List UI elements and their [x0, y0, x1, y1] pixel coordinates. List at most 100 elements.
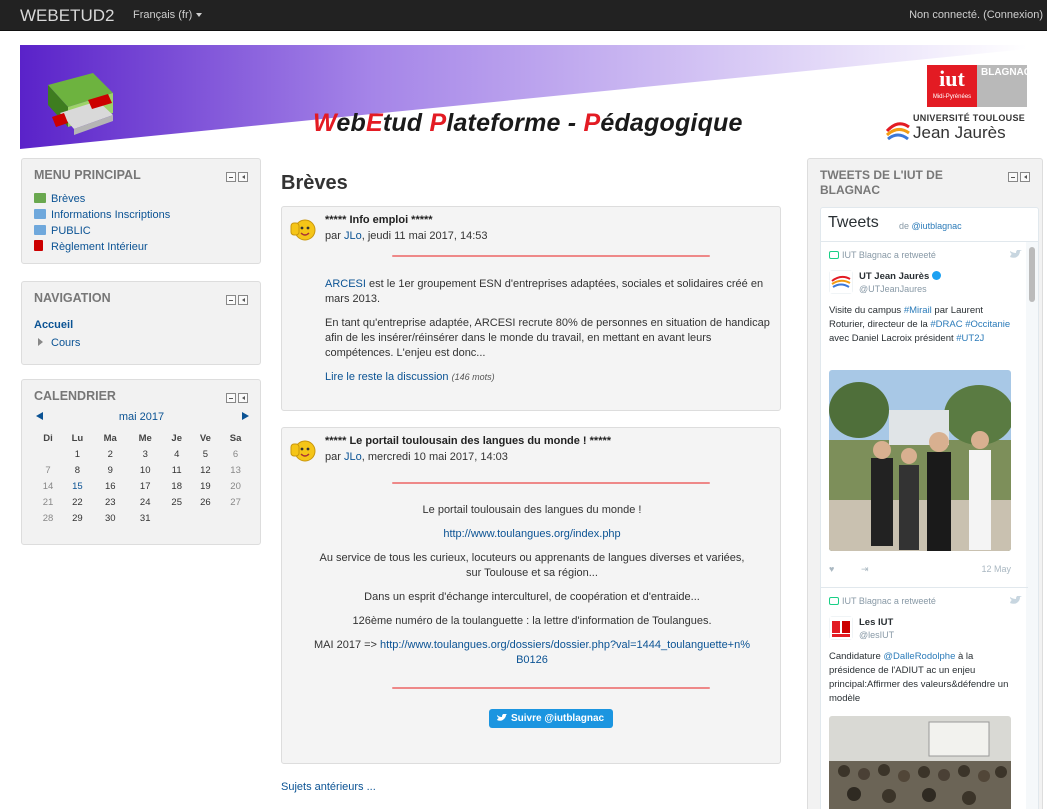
nav-courses-link[interactable]: Cours [38, 337, 80, 349]
nav-home-link[interactable]: Accueil [34, 319, 73, 331]
timeline-handle-link[interactable]: @iutblagnac [912, 221, 962, 231]
calendar-days: 1 2 3 4 5 6 7 8 9 10 11 12 13 14 15 16 17 18 19 20 21 22 23 24 2… [34, 446, 251, 526]
scrollbar-thumb[interactable] [1029, 247, 1035, 302]
caret-down-icon [196, 13, 203, 18]
calendar-header: mai 2017 [34, 411, 249, 425]
calendar-week: 7 8 9 10 11 12 13 [34, 462, 251, 478]
calendar-day[interactable]: 17 [128, 478, 163, 494]
hashtag-link[interactable]: #UT2J [956, 333, 984, 344]
menu-item-reglement-interieur[interactable]: Règlement Intérieur [34, 239, 170, 255]
dock-icon[interactable] [238, 295, 248, 305]
calendar-day[interactable]: 28 [34, 510, 62, 526]
calendar-day[interactable]: 19 [191, 478, 220, 494]
tweet-author-handle[interactable]: @lesIUT [859, 630, 894, 640]
calendar-day[interactable]: 30 [93, 510, 128, 526]
calendar-day[interactable]: 22 [62, 494, 93, 510]
calendar-month-link[interactable]: mai 2017 [34, 411, 249, 423]
calendar-day[interactable]: 9 [93, 462, 128, 478]
university-logo: UNIVERSITÉ TOULOUSE Jean Jaurès [883, 111, 1027, 147]
calendar-day[interactable]: 31 [128, 510, 163, 526]
calendar-day[interactable]: 18 [163, 478, 191, 494]
calendar-day[interactable]: 25 [163, 494, 191, 510]
calendar-day[interactable]: 20 [220, 478, 251, 494]
calendar-day[interactable]: 2 [93, 446, 128, 462]
minimize-icon[interactable] [1008, 172, 1018, 182]
tweet[interactable]: IUT Blagnac a retweeté UT Jean Jaurès @U… [821, 242, 1028, 588]
hashtag-link[interactable]: #Occitanie [965, 319, 1010, 330]
arcesi-link[interactable]: ARCESI [325, 278, 366, 290]
calendar-day[interactable]: 1 [62, 446, 93, 462]
weekday-header: Lu [71, 432, 84, 444]
tweet-photo[interactable] [829, 370, 1011, 551]
calendar-day[interactable]: 3 [128, 446, 163, 462]
tweet-author-handle[interactable]: @UTJeanJaures [859, 284, 927, 294]
calendar-day[interactable]: 24 [128, 494, 163, 510]
calendar-day[interactable]: 12 [191, 462, 220, 478]
calendar-day[interactable]: 14 [34, 478, 62, 494]
calendar-day[interactable]: 16 [93, 478, 128, 494]
retweet-icon [829, 597, 839, 605]
calendar-day[interactable]: 6 [220, 446, 251, 462]
dock-icon[interactable] [238, 172, 248, 182]
post-author-link[interactable]: JLo [344, 451, 362, 463]
expand-arrow-icon[interactable] [38, 338, 43, 346]
tweet-photo[interactable] [829, 716, 1011, 809]
post-title: ***** Info emploi ***** [325, 214, 433, 226]
dock-icon[interactable] [1020, 172, 1030, 182]
calendar-day[interactable]: 11 [163, 462, 191, 478]
minimize-icon[interactable] [226, 295, 236, 305]
post-body: Le portail toulousain des langues du mon… [313, 504, 751, 666]
separator [392, 482, 710, 484]
share-icon[interactable]: ⇥ [861, 564, 869, 575]
like-icon[interactable]: ♥ [829, 564, 834, 574]
toulangues-link[interactable]: http://www.toulangues.org/index.php [443, 528, 620, 540]
tweets-block: TWEETS DE L'IUT DE BLAGNAC Tweets de @iu… [807, 158, 1043, 809]
mention-link[interactable]: @DalleRodolphe [883, 651, 955, 662]
block-controls [224, 295, 248, 308]
hashtag-link[interactable]: #DRAC [930, 319, 962, 330]
post-title: ***** Le portail toulousain des langues … [325, 435, 612, 447]
calendar-day[interactable]: 26 [191, 494, 220, 510]
calendar-day[interactable]: 7 [34, 462, 62, 478]
timeline-byline: de @iutblagnac [899, 221, 962, 231]
tweet[interactable]: IUT Blagnac a retweeté Les IUT @lesIUT C… [821, 588, 1028, 809]
login-link[interactable]: Non connecté. (Connexion) [909, 9, 1043, 21]
top-navbar: WEBETUD2 Français (fr) Non connecté. (Co… [0, 0, 1047, 31]
next-month-icon[interactable] [242, 412, 249, 420]
calendar-day[interactable]: 10 [128, 462, 163, 478]
calendar-day[interactable]: 5 [191, 446, 220, 462]
calendar-day[interactable]: 13 [220, 462, 251, 478]
calendar-day[interactable]: 4 [163, 446, 191, 462]
calendar-day[interactable]: 15 [62, 478, 93, 494]
language-menu[interactable]: Français (fr) [133, 9, 203, 21]
menu-item-public[interactable]: PUBLIC [34, 223, 170, 239]
hashtag-link[interactable]: #Mirail [904, 305, 932, 316]
menu-item-breves[interactable]: Brèves [34, 191, 170, 207]
tweet-date[interactable]: 12 May [981, 564, 1011, 574]
menu-item-informations-inscriptions[interactable]: Informations Inscriptions [34, 207, 170, 223]
tweet-author-name[interactable]: UT Jean Jaurès [859, 271, 942, 282]
separator [392, 687, 710, 689]
older-topics-link[interactable]: Sujets antérieurs ... [281, 781, 376, 793]
calendar-day[interactable]: 27 [220, 494, 251, 510]
post-author-link[interactable]: JLo [344, 230, 362, 242]
tweet-author-name[interactable]: Les IUT [859, 617, 893, 628]
toulanguette-link[interactable]: http://www.toulangues.org/dossiers/dossi… [380, 639, 750, 666]
site-brand[interactable]: WEBETUD2 [20, 6, 114, 26]
dock-icon[interactable] [238, 393, 248, 403]
avatar[interactable] [829, 270, 853, 294]
minimize-icon[interactable] [226, 172, 236, 182]
avatar[interactable] [829, 616, 853, 640]
calendar-day[interactable]: 23 [93, 494, 128, 510]
calendar-day[interactable]: 29 [62, 510, 93, 526]
read-more-link[interactable]: Lire le reste la discussion [325, 371, 449, 383]
block-title: MENU PRINCIPAL [34, 168, 141, 182]
post-paragraph: 126ème numéro de la toulanguette : la le… [352, 615, 712, 627]
post-paragraph: Le portail toulousain des langues du mon… [422, 504, 642, 516]
calendar-day[interactable]: 21 [34, 494, 62, 510]
minimize-icon[interactable] [226, 393, 236, 403]
follow-iutblagnac-button[interactable]: Suivre @iutblagnac [489, 709, 614, 728]
calendar-empty-cell [163, 510, 191, 526]
page-title: Brèves [281, 172, 348, 194]
calendar-day[interactable]: 8 [62, 462, 93, 478]
